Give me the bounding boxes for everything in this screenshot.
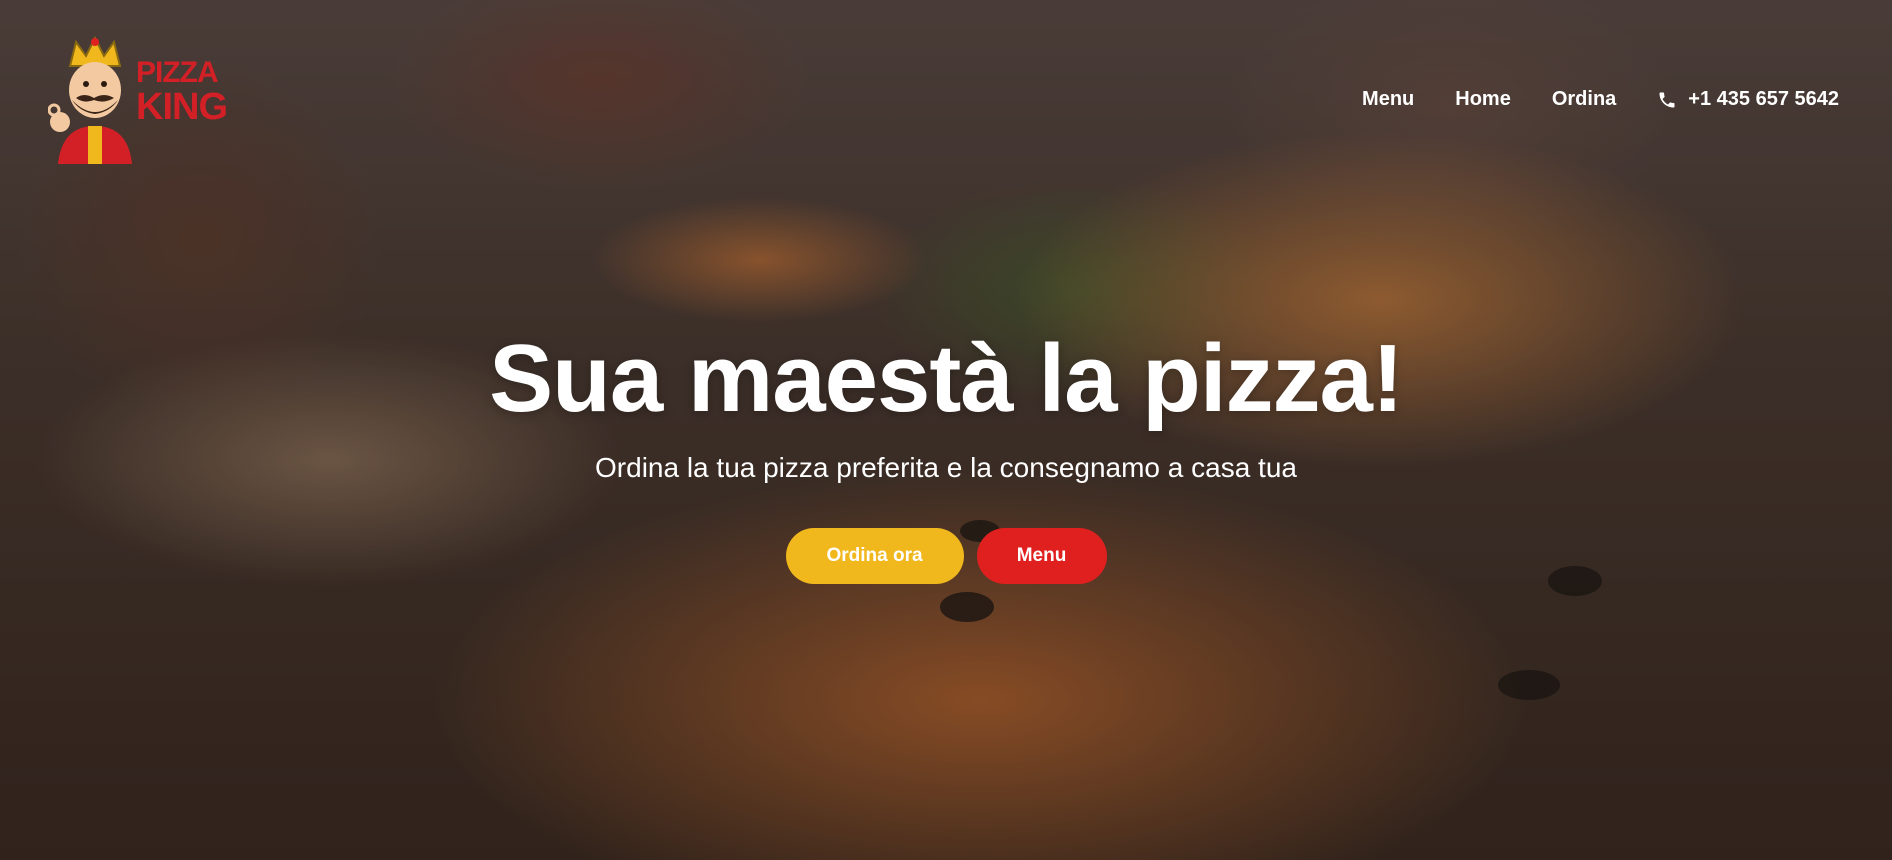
logo-line-pizza: PIZZA: [136, 56, 219, 89]
order-now-button[interactable]: Ordina ora: [785, 528, 964, 584]
phone-number: +1 435 657 5642: [1688, 88, 1839, 110]
olive-decoration: [940, 592, 994, 622]
hero-section: PIZZA KING Menu Home Ordina +1 435 657 5…: [0, 0, 1892, 860]
phone-icon: [1659, 92, 1675, 107]
nav-item-home[interactable]: Home: [1455, 88, 1511, 111]
main-nav: Menu Home Ordina +1 435 657 5642: [1362, 88, 1839, 111]
menu-button[interactable]: Menu: [976, 528, 1107, 584]
phone-link[interactable]: +1 435 657 5642: [1657, 88, 1839, 111]
hero-title: Sua maestà la pizza!: [489, 325, 1404, 432]
logo-line-king: KING: [136, 86, 228, 128]
hero-subtitle: Ordina la tua pizza preferita e la conse…: [595, 452, 1297, 483]
logo-wordmark: PIZZA KING: [136, 56, 228, 128]
cta-buttons: Ordina ora Menu: [0, 528, 1892, 584]
olive-decoration: [1498, 670, 1560, 700]
nav-item-menu[interactable]: Menu: [1362, 88, 1414, 111]
nav-item-ordina[interactable]: Ordina: [1552, 88, 1616, 111]
